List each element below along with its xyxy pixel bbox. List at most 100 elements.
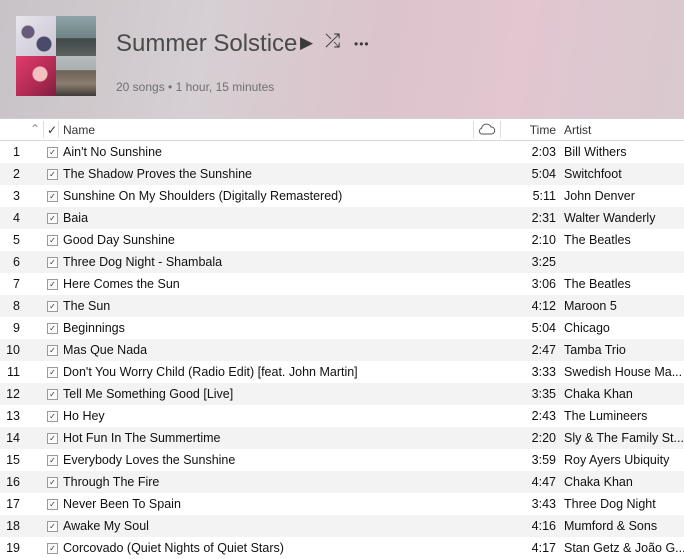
artist-column-header[interactable]: Artist [564, 123, 591, 137]
track-number: 14 [6, 431, 20, 445]
more-options-icon[interactable]: ••• [354, 37, 370, 51]
track-name: Ho Hey [63, 409, 105, 423]
track-checkbox[interactable]: ✓ [47, 499, 58, 510]
track-checkbox[interactable]: ✓ [47, 257, 58, 268]
track-time: 2:10 [531, 233, 556, 247]
playlist-title[interactable]: Summer Solstice [116, 30, 297, 58]
track-row[interactable]: 14 ✓ Hot Fun In The Summertime 2:20 Sly & Th… [0, 427, 684, 449]
track-checkbox[interactable]: ✓ [47, 367, 58, 378]
track-row[interactable]: 4 ✓ Baia 2:31 Walter Wanderly [0, 207, 684, 229]
track-name: Corcovado (Quiet Nights of Quiet Stars) [63, 541, 284, 555]
column-header-row: ⌃ ✓ Name Time Artist [0, 119, 684, 141]
column-divider[interactable] [473, 121, 474, 138]
track-row[interactable]: 19 ✓ Corcovado (Quiet Nights of Quiet Star… [0, 537, 684, 559]
track-number: 7 [13, 277, 20, 291]
track-time: 3:59 [531, 453, 556, 467]
icloud-status-column[interactable] [478, 122, 496, 139]
play-icon[interactable]: ▶ [300, 33, 313, 53]
track-name: Mas Que Nada [63, 343, 148, 357]
track-number: 12 [6, 387, 20, 401]
track-row[interactable]: 13 ✓ Ho Hey 2:43 The Lumineers [0, 405, 684, 427]
track-checkbox[interactable]: ✓ [47, 213, 58, 224]
track-time: 5:04 [531, 167, 556, 181]
track-row[interactable]: 3 ✓ Sunshine On My Shoulders (Digitally Re… [0, 185, 684, 207]
track-number: 15 [6, 453, 20, 467]
track-checkbox[interactable]: ✓ [47, 235, 58, 246]
track-row[interactable]: 12 ✓ Tell Me Something Good [Live] 3:35 Chak… [0, 383, 684, 405]
track-artist: Stan Getz & João G... [564, 541, 684, 555]
playlist-artwork[interactable] [16, 16, 96, 96]
track-row[interactable]: 8 ✓ The Sun 4:12 Maroon 5 [0, 295, 684, 317]
shuffle-icon[interactable]: ⤮ [325, 31, 340, 53]
track-time: 4:47 [531, 475, 556, 489]
time-column-header[interactable]: Time [520, 123, 556, 137]
track-checkbox[interactable]: ✓ [47, 301, 58, 312]
name-column-header[interactable]: Name [63, 123, 95, 137]
track-row[interactable]: 5 ✓ Good Day Sunshine 2:10 The Beatles [0, 229, 684, 251]
track-name: Tell Me Something Good [Live] [63, 387, 234, 401]
column-divider[interactable] [58, 121, 59, 138]
track-checkbox[interactable]: ✓ [47, 521, 58, 532]
track-row[interactable]: 16 ✓ Through The Fire 4:47 Chaka Khan [0, 471, 684, 493]
track-name: Here Comes the Sun [63, 277, 180, 291]
track-name: Hot Fun In The Summertime [63, 431, 221, 445]
track-row[interactable]: 18 ✓ Awake My Soul 4:16 Mumford & Sons [0, 515, 684, 537]
track-checkbox[interactable]: ✓ [47, 477, 58, 488]
track-name: Don't You Worry Child (Radio Edit) [feat… [63, 365, 358, 379]
track-list: 1 ✓ Ain't No Sunshine 2:03 Bill Withers 2 ✓ The… [0, 141, 684, 559]
track-row[interactable]: 2 ✓ The Shadow Proves the Sunshine 5:04 Swit… [0, 163, 684, 185]
track-row[interactable]: 11 ✓ Don't You Worry Child (Radio Edit) [f… [0, 361, 684, 383]
track-time: 2:43 [531, 409, 556, 423]
track-row[interactable]: 17 ✓ Never Been To Spain 3:43 Three Dog Nigh… [0, 493, 684, 515]
track-checkbox[interactable]: ✓ [47, 543, 58, 554]
track-name: Through The Fire [63, 475, 160, 489]
track-checkbox[interactable]: ✓ [47, 411, 58, 422]
track-checkbox[interactable]: ✓ [47, 323, 58, 334]
playlist-header: Summer Solstice ▶ ⤮ ••• 20 songs • 1 hou… [0, 0, 684, 119]
track-number: 13 [6, 409, 20, 423]
track-number: 8 [13, 299, 20, 313]
track-artist: Roy Ayers Ubiquity [564, 453, 670, 467]
track-artist: Mumford & Sons [564, 519, 658, 533]
track-artist: Walter Wanderly [564, 211, 656, 225]
track-checkbox[interactable]: ✓ [47, 345, 58, 356]
track-number: 9 [13, 321, 20, 335]
track-row[interactable]: 10 ✓ Mas Que Nada 2:47 Tamba Trio [0, 339, 684, 361]
column-divider[interactable] [43, 121, 44, 138]
track-number: 19 [6, 541, 20, 555]
track-time: 4:17 [531, 541, 556, 555]
track-checkbox[interactable]: ✓ [47, 433, 58, 444]
track-checkbox[interactable]: ✓ [47, 279, 58, 290]
album-art-3 [16, 56, 56, 96]
track-checkbox[interactable]: ✓ [47, 455, 58, 466]
track-row[interactable]: 15 ✓ Everybody Loves the Sunshine 3:59 Roy A… [0, 449, 684, 471]
track-name: Sunshine On My Shoulders (Digitally Rema… [63, 189, 343, 203]
track-number: 3 [13, 189, 20, 203]
track-time: 2:31 [531, 211, 556, 225]
track-number: 10 [6, 343, 20, 357]
track-number: 5 [13, 233, 20, 247]
sort-arrow-icon[interactable]: ⌃ [30, 122, 40, 136]
track-artist: Tamba Trio [564, 343, 626, 357]
track-name: Beginnings [63, 321, 125, 335]
check-column-header[interactable]: ✓ [47, 123, 57, 137]
track-time: 3:06 [531, 277, 556, 291]
track-row[interactable]: 9 ✓ Beginnings 5:04 Chicago [0, 317, 684, 339]
track-name: Baia [63, 211, 89, 225]
track-checkbox[interactable]: ✓ [47, 169, 58, 180]
track-row[interactable]: 1 ✓ Ain't No Sunshine 2:03 Bill Withers [0, 141, 684, 163]
track-name: Everybody Loves the Sunshine [63, 453, 236, 467]
track-time: 2:47 [531, 343, 556, 357]
track-number: 4 [13, 211, 20, 225]
track-time: 5:11 [532, 189, 556, 203]
track-checkbox[interactable]: ✓ [47, 389, 58, 400]
track-artist: Bill Withers [564, 145, 627, 159]
track-row[interactable]: 7 ✓ Here Comes the Sun 3:06 The Beatles [0, 273, 684, 295]
track-checkbox[interactable]: ✓ [47, 147, 58, 158]
track-row[interactable]: 6 ✓ Three Dog Night - Shambala 3:25 [0, 251, 684, 273]
track-artist: Sly & The Family St... [564, 431, 684, 445]
track-artist: Three Dog Night [564, 497, 656, 511]
track-artist: Swedish House Ma... [564, 365, 683, 379]
column-divider[interactable] [500, 121, 501, 138]
track-checkbox[interactable]: ✓ [47, 191, 58, 202]
